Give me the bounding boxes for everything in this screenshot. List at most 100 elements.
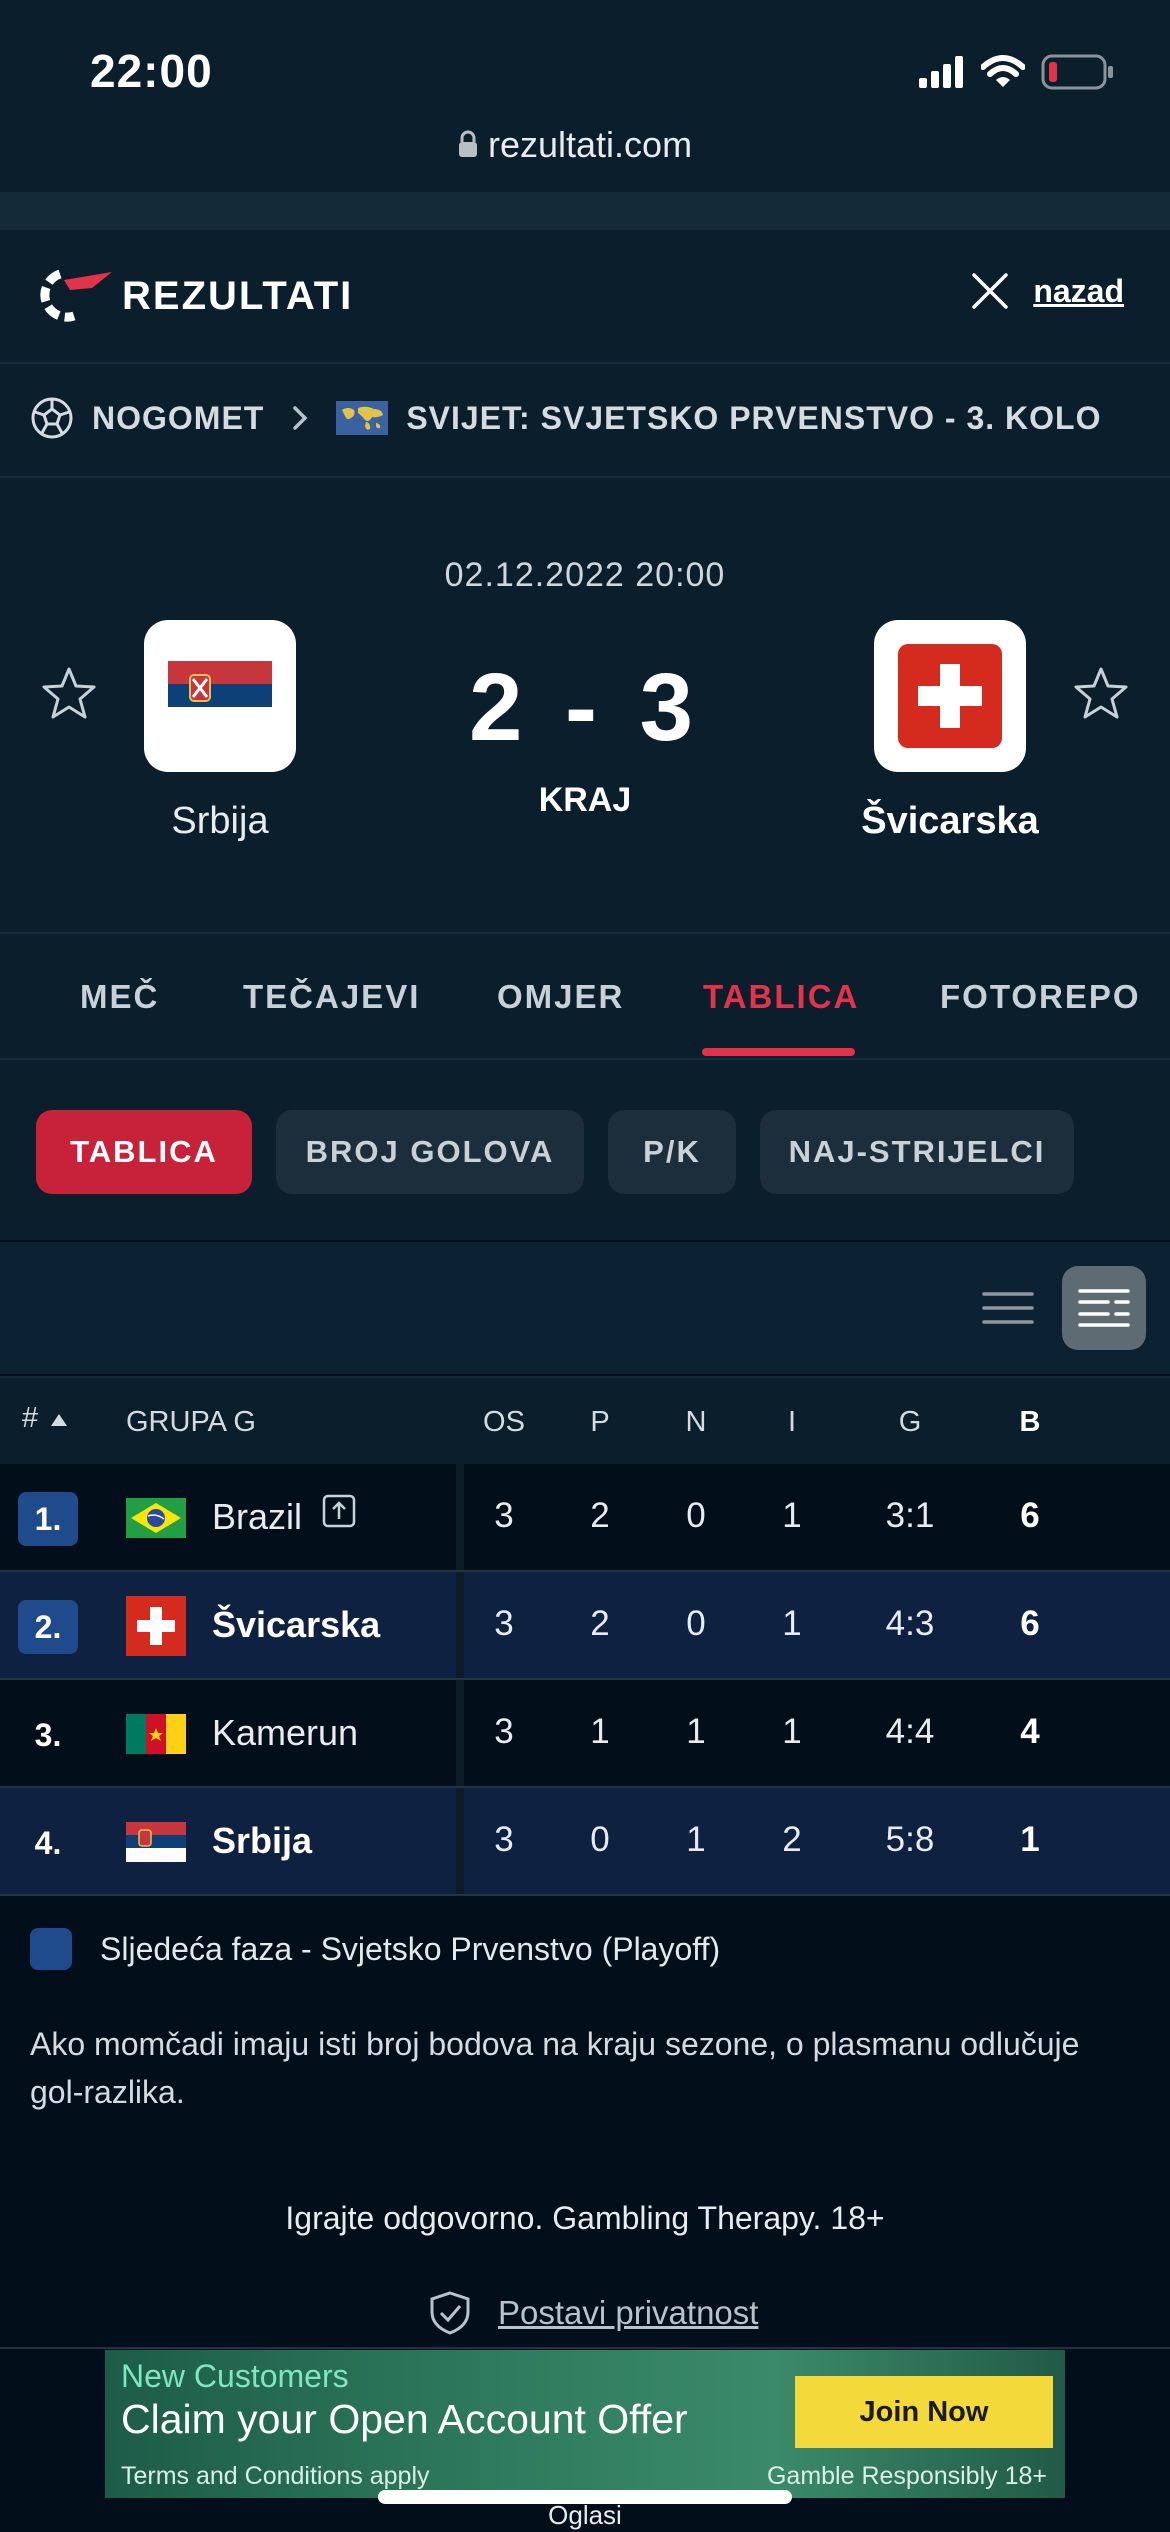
battery-icon: [1041, 54, 1113, 90]
legend-swatch: [30, 1928, 72, 1970]
row-won: 0: [590, 1820, 610, 1859]
row-goals: 5:8: [885, 1820, 935, 1859]
tab-mec[interactable]: MEČ: [80, 978, 159, 1016]
row-divider: [456, 1788, 464, 1894]
ads-label: Oglasi: [548, 2500, 622, 2530]
lock-icon: [459, 130, 477, 157]
row-lost: 1: [782, 1604, 802, 1643]
row-divider: [456, 1680, 464, 1786]
table-view-toolbar: [0, 1240, 1170, 1374]
responsible-gambling-text: Igrajte odgovorno. Gambling Therapy. 18+: [285, 2200, 885, 2236]
row-rank: 2.: [18, 1600, 78, 1654]
chevron-right-icon: [293, 406, 308, 430]
back-label[interactable]: nazad: [1033, 273, 1124, 310]
rank-header[interactable]: #: [22, 1402, 68, 1435]
subtab-pk[interactable]: P/K: [608, 1110, 736, 1194]
rank-header-label: #: [22, 1402, 39, 1434]
favorite-away-star-icon[interactable]: [1072, 665, 1130, 723]
browser-url[interactable]: rezultati.com: [488, 124, 692, 166]
ad-line1: New Customers: [121, 2358, 349, 2394]
draw-header[interactable]: N: [656, 1406, 736, 1439]
table-row[interactable]: 1. Brazil 3 2 0 1 3:1 6: [0, 1464, 1170, 1572]
tab-tecajevi[interactable]: TEČAJEVI: [243, 978, 420, 1016]
live-stream-icon[interactable]: [322, 1494, 356, 1528]
points-header[interactable]: B: [990, 1406, 1070, 1439]
ad-terms: Terms and Conditions apply: [121, 2462, 430, 2490]
goals-header[interactable]: G: [870, 1406, 950, 1439]
ad-join-button[interactable]: Join Now: [795, 2376, 1053, 2448]
row-points: 6: [1020, 1604, 1040, 1643]
full-view-button[interactable]: [1062, 1266, 1146, 1350]
site-logo[interactable]: REZULTATI: [30, 266, 353, 326]
legend-label: Sljedeća faza - Svjetsko Prvenstvo (Play…: [100, 1930, 721, 1967]
group-header: GRUPA G: [126, 1406, 256, 1438]
privacy-label[interactable]: Postavi privatnost: [498, 2294, 758, 2332]
close-icon: [972, 273, 1009, 309]
row-draw: 0: [686, 1496, 706, 1535]
row-draw: 1: [686, 1820, 706, 1859]
ad-line2: Claim your Open Account Offer: [121, 2396, 688, 2442]
row-team-name[interactable]: Švicarska: [212, 1604, 380, 1646]
row-team-name[interactable]: Brazil: [212, 1496, 302, 1538]
row-rank: 3.: [34, 1716, 62, 1753]
tab-fotorepo[interactable]: FOTOREPO: [940, 978, 1141, 1016]
tiebreak-note: Ako momčadi imaju isti broj bodova na kr…: [30, 2026, 1080, 2110]
privacy-settings-link[interactable]: Postavi privatnost: [428, 2290, 758, 2336]
breadcrumb-competition[interactable]: SVIJET: SVJETSKO PRVENSTVO - 3. KOLO: [406, 400, 1101, 437]
tab-tablica[interactable]: TABLICA: [703, 978, 859, 1016]
row-goals: 3:1: [885, 1496, 935, 1535]
switzerland-flag-icon: [126, 1596, 186, 1656]
table-subtabs: TABLICA BROJ GOLOVA P/K NAJ-STRIJELCI: [0, 1060, 1170, 1240]
row-points: 1: [1020, 1820, 1040, 1859]
header-separator: [0, 192, 1170, 230]
detailed-list-icon: [1078, 1289, 1130, 1327]
away-team-name[interactable]: Švicarska: [800, 800, 1100, 843]
world-flag-icon: [336, 401, 389, 435]
row-points: 6: [1020, 1496, 1040, 1535]
row-played: 3: [494, 1604, 514, 1643]
cameroon-flag-icon: [126, 1714, 186, 1754]
football-icon: [31, 397, 73, 439]
row-points: 4: [1020, 1712, 1040, 1751]
row-team-name[interactable]: Kamerun: [212, 1712, 358, 1754]
lost-header[interactable]: I: [752, 1406, 832, 1439]
row-won: 2: [590, 1496, 610, 1535]
list-icon: [982, 1292, 1034, 1324]
rezultati-logo-icon: [40, 269, 112, 322]
logo-text: REZULTATI: [122, 273, 354, 318]
status-icons: [919, 52, 1115, 92]
tab-omjer[interactable]: OMJER: [497, 978, 624, 1016]
compact-view-button[interactable]: [966, 1266, 1050, 1350]
row-team-name[interactable]: Srbija: [212, 1820, 312, 1862]
row-rank: 1.: [18, 1492, 78, 1546]
switzerland-flag-icon: [898, 644, 1002, 748]
row-lost: 1: [782, 1496, 802, 1535]
match-tabs: MEČ TEČAJEVI OMJER TABLICA FOTOREPO: [0, 934, 1170, 1060]
played-header[interactable]: OS: [464, 1406, 544, 1439]
table-row[interactable]: 2. Švicarska 3 2 0 1 4:3 6: [0, 1572, 1170, 1680]
subtab-naj-strijelci[interactable]: NAJ-STRIJELCI: [760, 1110, 1074, 1194]
row-lost: 2: [782, 1820, 802, 1859]
row-goals: 4:3: [885, 1604, 935, 1643]
won-header[interactable]: P: [560, 1406, 640, 1439]
row-draw: 0: [686, 1604, 706, 1643]
row-won: 2: [590, 1604, 610, 1643]
back-link[interactable]: nazad: [971, 272, 1124, 310]
row-divider: [456, 1464, 464, 1570]
serbia-flag-icon: [126, 1822, 186, 1862]
row-rank: 4.: [34, 1824, 62, 1861]
breadcrumb: NOGOMET SVIJET: SVJETSKO PRVENSTVO - 3. …: [0, 362, 1170, 478]
wifi-icon: [981, 55, 1025, 87]
ad-banner[interactable]: New Customers Claim your Open Account Of…: [105, 2350, 1065, 2498]
table-row[interactable]: 3. Kamerun 3 1 1 1 4:4 4: [0, 1680, 1170, 1788]
away-team-logo[interactable]: [874, 620, 1026, 772]
subtab-tablica[interactable]: TABLICA: [36, 1110, 252, 1194]
row-played: 3: [494, 1496, 514, 1535]
row-draw: 1: [686, 1712, 706, 1751]
table-row[interactable]: 4. Srbija 3 0 1 2 5:8 1: [0, 1788, 1170, 1896]
subtab-broj-golova[interactable]: BROJ GOLOVA: [276, 1110, 584, 1194]
page: 22:00 rezultati.com REZULTATI nazad NOGO…: [0, 0, 1170, 2532]
breadcrumb-sport[interactable]: NOGOMET: [92, 400, 264, 437]
brazil-flag-icon: [126, 1498, 186, 1538]
row-played: 3: [494, 1712, 514, 1751]
